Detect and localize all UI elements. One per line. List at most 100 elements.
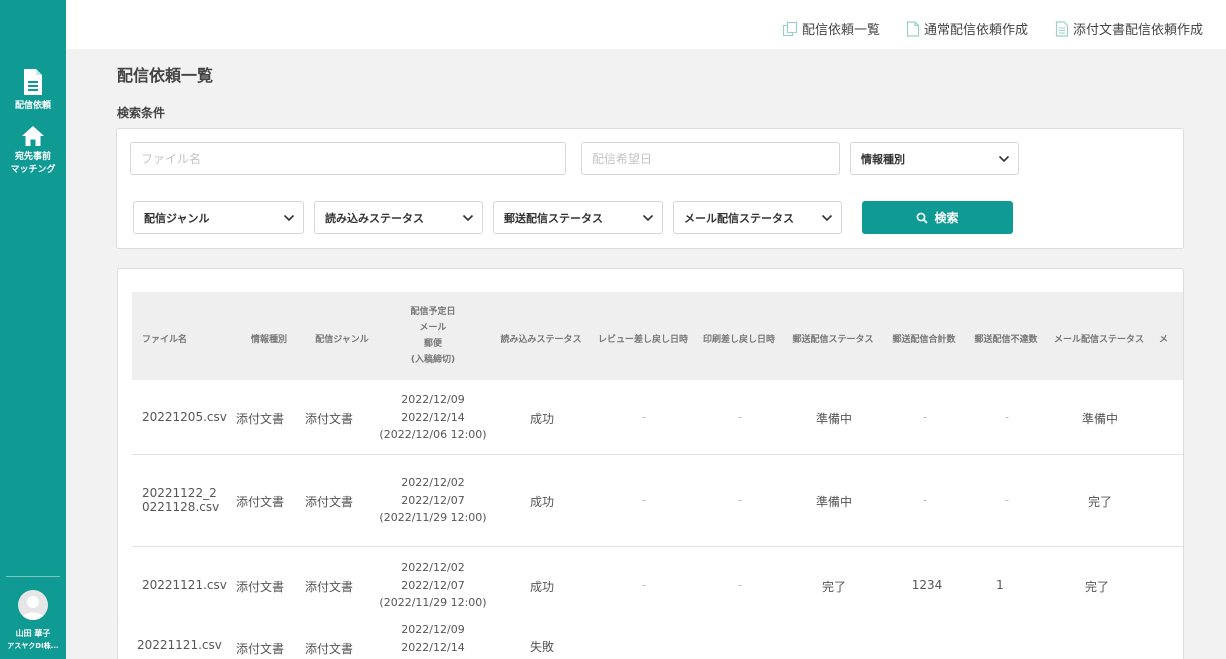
email-status-select[interactable]: メール配信ステータス: [673, 201, 842, 234]
cell-post-total: 1234: [911, 578, 943, 592]
table-header: ファイル名 情報種別 配信ジャンル 配信予定日 メール 郵便 (入稿締切) 読み…: [132, 292, 1183, 380]
sidebar-item-label: 宛先事前 マッチング: [10, 152, 56, 175]
user-icon: [21, 596, 45, 620]
row-divider: [132, 454, 1183, 455]
cell-email-status: 準備中: [1081, 412, 1119, 426]
chevron-down-icon: [998, 155, 1010, 162]
chevron-down-icon: [283, 214, 295, 221]
cell-info-type: 添付文書: [235, 580, 285, 594]
cell-filename: 20221121.csv: [137, 638, 222, 652]
date-post: 2022/12/07: [401, 578, 465, 592]
cell-email-status: 完了: [1084, 580, 1110, 594]
sidebar-divider: [6, 576, 60, 577]
user-name: 山田 華子: [15, 629, 51, 638]
cell-post-status: 準備中: [815, 495, 853, 509]
cell-post-total: -: [922, 410, 928, 424]
cell-read-status: 成功: [529, 412, 555, 426]
filename-line: 20221122_2: [142, 486, 217, 500]
search-icon: [917, 212, 929, 224]
col-genre: 配信ジャンル: [315, 335, 369, 345]
cell-post-undelivered: 1: [996, 578, 1004, 592]
filename-input[interactable]: [130, 142, 566, 175]
col-filename: ファイル名: [142, 335, 188, 345]
new-file-icon: [906, 20, 920, 37]
date-post: 2022/12/14: [401, 640, 465, 654]
user-company: アスヤクDI株...: [7, 642, 59, 650]
cell-print-return: -: [737, 410, 743, 424]
copy-documents-icon: [782, 21, 798, 36]
cell-review-return: -: [641, 410, 647, 424]
avatar[interactable]: [18, 590, 48, 620]
col-schedule-line: (入稿締切): [410, 355, 456, 365]
cell-schedule-date: 2022/12/09 2022/12/14 (2022/12/06 12:00): [379, 391, 486, 444]
search-button-label: 検索: [934, 211, 959, 225]
cell-info-type: 添付文書: [235, 412, 285, 426]
date-post: 2022/12/07: [401, 493, 465, 507]
cell-print-return: -: [737, 493, 743, 507]
topnav-label: 配信依頼一覧: [802, 23, 881, 38]
document-icon: [24, 69, 42, 95]
cell-info-type: 添付文書: [235, 642, 285, 656]
cell-post-status: 準備中: [815, 412, 853, 426]
chevron-down-icon: [462, 214, 474, 221]
date-mail: 2022/12/02: [401, 476, 465, 489]
date-deadline: (2022/11/29 12:00): [379, 511, 487, 524]
col-schedule-date: 配信予定日 メール 郵便 (入稿締切): [410, 304, 455, 368]
chevron-down-icon: [642, 214, 654, 221]
sidebar-item-prematching[interactable]: 宛先事前 マッチング: [0, 125, 66, 177]
col-review-return: レビュー差し戻し日時: [597, 335, 689, 345]
search-button[interactable]: 検索: [862, 201, 1013, 234]
delivery-date-input[interactable]: [581, 142, 840, 175]
col-post-total: 郵送配信合計数: [892, 335, 956, 345]
sidebar-item-label: 配信依頼: [14, 101, 51, 111]
col-read-status: 読み込みステータス: [500, 335, 582, 345]
select-value: 配信ジャンル: [144, 211, 210, 225]
cell-print-return: -: [737, 578, 743, 592]
mail-status-select[interactable]: 郵送配信ステータス: [493, 201, 663, 234]
cell-info-type: 添付文書: [235, 495, 285, 509]
cell-schedule-date: 2022/12/09 2022/12/14: [401, 621, 464, 656]
cell-email-status: 完了: [1087, 495, 1113, 509]
cell-filename: 20221122_2 0221128.csv: [142, 486, 219, 514]
home-icon: [22, 126, 44, 146]
attached-document-icon: [1055, 20, 1069, 37]
col-post-undelivered: 郵送配信不達数: [974, 335, 1038, 345]
topnav-label: 通常配信依頼作成: [924, 23, 1029, 38]
col-print-return: 印刷差し戻し日時: [702, 335, 776, 345]
cell-genre: 添付文書: [304, 495, 354, 509]
col-schedule-line: メール: [419, 323, 447, 333]
table-row[interactable]: 20221121.csv 添付文書 添付文書 2022/12/09 2022/1…: [117, 619, 1184, 659]
select-value: 情報種別: [861, 152, 905, 166]
topnav-request-list[interactable]: 配信依頼一覧: [782, 19, 880, 38]
row-divider: [132, 546, 1183, 547]
topnav-create-normal[interactable]: 通常配信依頼作成: [906, 19, 1028, 38]
cell-filename: 20221205.csv: [142, 410, 227, 424]
genre-select[interactable]: 配信ジャンル: [133, 201, 304, 234]
cell-review-return: -: [641, 578, 647, 592]
sidebar-item-delivery-requests[interactable]: 配信依頼: [0, 68, 66, 113]
topnav-label: 添付文書配信依頼作成: [1073, 23, 1204, 38]
info-type-select[interactable]: 情報種別: [850, 142, 1019, 175]
cell-post-undelivered: -: [1004, 493, 1010, 507]
select-value: 郵送配信ステータス: [504, 211, 603, 225]
cell-review-return: -: [641, 493, 647, 507]
cell-read-status: 成功: [529, 580, 555, 594]
col-schedule-line: 郵便: [423, 339, 443, 349]
col-info-type: 情報種別: [250, 335, 288, 345]
cell-read-status: 失敗: [529, 640, 555, 654]
cell-genre: 添付文書: [304, 412, 354, 426]
date-mail: 2022/12/09: [401, 393, 465, 406]
date-mail: 2022/12/02: [401, 561, 465, 574]
col-post-status: 郵送配信ステータス: [792, 335, 874, 345]
read-status-select[interactable]: 読み込みステータス: [314, 201, 483, 234]
filename-line: 0221128.csv: [142, 500, 220, 514]
sidebar: 配信依頼 宛先事前 マッチング 山田 華子 アスヤクDI株...: [0, 0, 66, 659]
cell-filename: 20221121.csv: [142, 578, 227, 592]
topnav-create-attached[interactable]: 添付文書配信依頼作成: [1055, 19, 1203, 38]
search-section-title: 検索条件: [117, 106, 166, 120]
chevron-down-icon: [821, 214, 833, 221]
top-bar: [66, 0, 1226, 49]
date-post: 2022/12/14: [401, 410, 465, 424]
col-more: メ: [1159, 335, 1169, 345]
cell-schedule-date: 2022/12/02 2022/12/07 (2022/11/29 12:00): [379, 559, 486, 612]
